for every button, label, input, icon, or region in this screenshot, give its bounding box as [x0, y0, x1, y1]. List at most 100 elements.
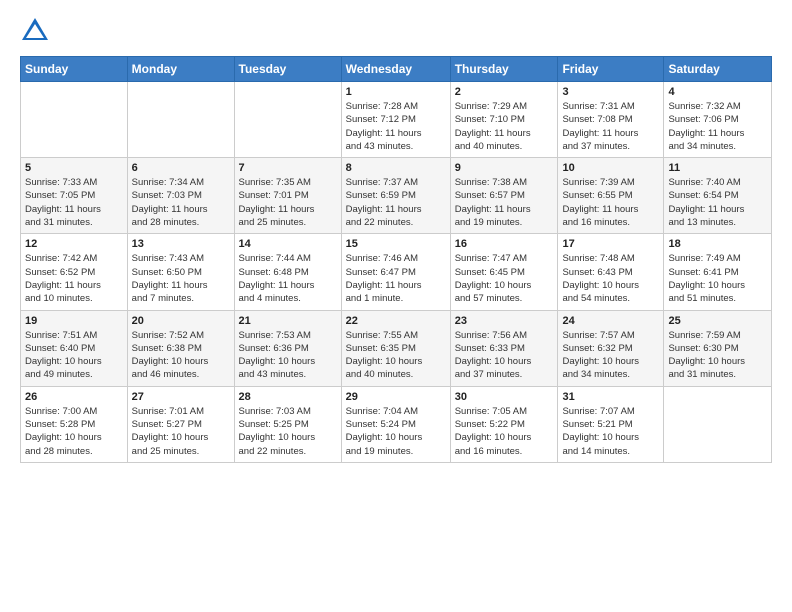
day-number: 26: [25, 391, 123, 403]
calendar-cell: 15 Sunrise: 7:46 AM Sunset: 6:47 PM Dayli…: [341, 234, 450, 310]
day-info: Sunrise: 7:44 AM Sunset: 6:48 PM Dayligh…: [239, 252, 337, 305]
day-number: 4: [668, 86, 767, 98]
calendar-cell: 1 Sunrise: 7:28 AM Sunset: 7:12 PM Daylig…: [341, 82, 450, 158]
calendar-cell: 22Sunrise: 7:55 AM Sunset: 6:35 PM Dayli…: [341, 310, 450, 386]
day-number: 10: [562, 162, 659, 174]
day-info: Sunrise: 7:49 AM Sunset: 6:41 PM Dayligh…: [668, 252, 767, 305]
day-info: Sunrise: 7:48 AM Sunset: 6:43 PM Dayligh…: [562, 252, 659, 305]
day-number: 23: [455, 315, 554, 327]
calendar-cell: 17 Sunrise: 7:48 AM Sunset: 6:43 PM Dayli…: [558, 234, 664, 310]
day-info: Sunrise: 7:38 AM Sunset: 6:57 PM Dayligh…: [455, 176, 554, 229]
calendar-cell: [21, 82, 128, 158]
day-info: Sunrise: 7:46 AM Sunset: 6:47 PM Dayligh…: [346, 252, 446, 305]
calendar-cell: 10 Sunrise: 7:39 AM Sunset: 6:55 PM Dayli…: [558, 158, 664, 234]
calendar-cell: 3Sunrise: 7:31 AM Sunset: 7:08 PM Daylig…: [558, 82, 664, 158]
calendar-week-5: 26 Sunrise: 7:00 AM Sunset: 5:28 PM Dayli…: [21, 386, 772, 462]
day-number: 2: [455, 86, 554, 98]
weekday-header-sunday: Sunday: [21, 57, 128, 82]
day-info: Sunrise: 7:32 AM Sunset: 7:06 PM Dayligh…: [668, 100, 767, 153]
day-number: 27: [132, 391, 230, 403]
day-number: 22: [346, 315, 446, 327]
day-info: Sunrise: 7:01 AM Sunset: 5:27 PM Dayligh…: [132, 405, 230, 458]
calendar-cell: 8 Sunrise: 7:37 AM Sunset: 6:59 PM Daylig…: [341, 158, 450, 234]
day-number: 12: [25, 238, 123, 250]
day-info: Sunrise: 7:43 AM Sunset: 6:50 PM Dayligh…: [132, 252, 230, 305]
day-number: 5: [25, 162, 123, 174]
weekday-header-friday: Friday: [558, 57, 664, 82]
logo: [20, 16, 54, 46]
calendar-cell: 24 Sunrise: 7:57 AM Sunset: 6:32 PM Dayli…: [558, 310, 664, 386]
day-number: 1: [346, 86, 446, 98]
calendar-cell: 13 Sunrise: 7:43 AM Sunset: 6:50 PM Dayli…: [127, 234, 234, 310]
calendar-cell: 31 Sunrise: 7:07 AM Sunset: 5:21 PM Dayli…: [558, 386, 664, 462]
calendar-cell: 21Sunrise: 7:53 AM Sunset: 6:36 PM Dayli…: [234, 310, 341, 386]
day-number: 25: [668, 315, 767, 327]
day-info: Sunrise: 7:05 AM Sunset: 5:22 PM Dayligh…: [455, 405, 554, 458]
calendar-cell: 23 Sunrise: 7:56 AM Sunset: 6:33 PM Dayli…: [450, 310, 558, 386]
calendar-cell: 7Sunrise: 7:35 AM Sunset: 7:01 PM Daylig…: [234, 158, 341, 234]
calendar-cell: 28Sunrise: 7:03 AM Sunset: 5:25 PM Dayli…: [234, 386, 341, 462]
weekday-header-row: SundayMondayTuesdayWednesdayThursdayFrid…: [21, 57, 772, 82]
weekday-header-saturday: Saturday: [664, 57, 772, 82]
calendar-cell: 4 Sunrise: 7:32 AM Sunset: 7:06 PM Daylig…: [664, 82, 772, 158]
calendar-cell: [127, 82, 234, 158]
calendar-cell: [664, 386, 772, 462]
calendar-table: SundayMondayTuesdayWednesdayThursdayFrid…: [20, 56, 772, 463]
day-number: 3: [562, 86, 659, 98]
day-info: Sunrise: 7:56 AM Sunset: 6:33 PM Dayligh…: [455, 329, 554, 382]
calendar-cell: 2 Sunrise: 7:29 AM Sunset: 7:10 PM Daylig…: [450, 82, 558, 158]
day-number: 31: [562, 391, 659, 403]
day-info: Sunrise: 7:47 AM Sunset: 6:45 PM Dayligh…: [455, 252, 554, 305]
calendar-week-3: 12 Sunrise: 7:42 AM Sunset: 6:52 PM Dayli…: [21, 234, 772, 310]
calendar-cell: 25 Sunrise: 7:59 AM Sunset: 6:30 PM Dayli…: [664, 310, 772, 386]
day-info: Sunrise: 7:40 AM Sunset: 6:54 PM Dayligh…: [668, 176, 767, 229]
day-number: 15: [346, 238, 446, 250]
day-info: Sunrise: 7:00 AM Sunset: 5:28 PM Dayligh…: [25, 405, 123, 458]
day-number: 20: [132, 315, 230, 327]
day-number: 28: [239, 391, 337, 403]
day-info: Sunrise: 7:51 AM Sunset: 6:40 PM Dayligh…: [25, 329, 123, 382]
day-info: Sunrise: 7:07 AM Sunset: 5:21 PM Dayligh…: [562, 405, 659, 458]
day-info: Sunrise: 7:53 AM Sunset: 6:36 PM Dayligh…: [239, 329, 337, 382]
calendar-week-2: 5 Sunrise: 7:33 AM Sunset: 7:05 PM Daylig…: [21, 158, 772, 234]
weekday-header-monday: Monday: [127, 57, 234, 82]
day-info: Sunrise: 7:29 AM Sunset: 7:10 PM Dayligh…: [455, 100, 554, 153]
day-number: 24: [562, 315, 659, 327]
day-number: 16: [455, 238, 554, 250]
header: [20, 16, 772, 46]
day-info: Sunrise: 7:39 AM Sunset: 6:55 PM Dayligh…: [562, 176, 659, 229]
weekday-header-tuesday: Tuesday: [234, 57, 341, 82]
calendar-cell: 30 Sunrise: 7:05 AM Sunset: 5:22 PM Dayli…: [450, 386, 558, 462]
calendar-cell: 18Sunrise: 7:49 AM Sunset: 6:41 PM Dayli…: [664, 234, 772, 310]
day-info: Sunrise: 7:42 AM Sunset: 6:52 PM Dayligh…: [25, 252, 123, 305]
calendar-cell: 20 Sunrise: 7:52 AM Sunset: 6:38 PM Dayli…: [127, 310, 234, 386]
day-number: 19: [25, 315, 123, 327]
day-number: 7: [239, 162, 337, 174]
calendar-cell: 11 Sunrise: 7:40 AM Sunset: 6:54 PM Dayli…: [664, 158, 772, 234]
day-number: 14: [239, 238, 337, 250]
calendar-cell: [234, 82, 341, 158]
day-info: Sunrise: 7:57 AM Sunset: 6:32 PM Dayligh…: [562, 329, 659, 382]
logo-icon: [20, 16, 50, 46]
day-info: Sunrise: 7:34 AM Sunset: 7:03 PM Dayligh…: [132, 176, 230, 229]
page: SundayMondayTuesdayWednesdayThursdayFrid…: [0, 0, 792, 612]
day-number: 30: [455, 391, 554, 403]
calendar-cell: 29Sunrise: 7:04 AM Sunset: 5:24 PM Dayli…: [341, 386, 450, 462]
day-number: 17: [562, 238, 659, 250]
day-number: 9: [455, 162, 554, 174]
calendar-cell: 6Sunrise: 7:34 AM Sunset: 7:03 PM Daylig…: [127, 158, 234, 234]
day-number: 11: [668, 162, 767, 174]
day-info: Sunrise: 7:28 AM Sunset: 7:12 PM Dayligh…: [346, 100, 446, 153]
calendar-week-4: 19 Sunrise: 7:51 AM Sunset: 6:40 PM Dayli…: [21, 310, 772, 386]
day-number: 13: [132, 238, 230, 250]
day-info: Sunrise: 7:52 AM Sunset: 6:38 PM Dayligh…: [132, 329, 230, 382]
day-number: 8: [346, 162, 446, 174]
weekday-header-wednesday: Wednesday: [341, 57, 450, 82]
day-info: Sunrise: 7:37 AM Sunset: 6:59 PM Dayligh…: [346, 176, 446, 229]
calendar-cell: 12 Sunrise: 7:42 AM Sunset: 6:52 PM Dayli…: [21, 234, 128, 310]
calendar-cell: 19 Sunrise: 7:51 AM Sunset: 6:40 PM Dayli…: [21, 310, 128, 386]
calendar-cell: 14 Sunrise: 7:44 AM Sunset: 6:48 PM Dayli…: [234, 234, 341, 310]
day-info: Sunrise: 7:33 AM Sunset: 7:05 PM Dayligh…: [25, 176, 123, 229]
calendar-week-1: 1 Sunrise: 7:28 AM Sunset: 7:12 PM Daylig…: [21, 82, 772, 158]
day-info: Sunrise: 7:59 AM Sunset: 6:30 PM Dayligh…: [668, 329, 767, 382]
